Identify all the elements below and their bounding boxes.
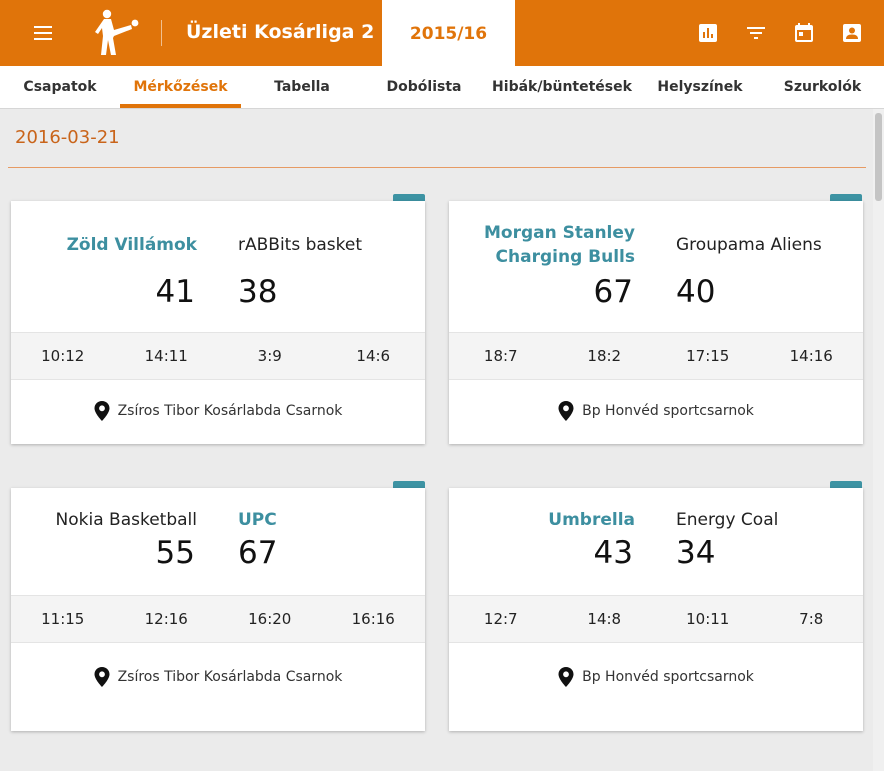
tab-hibak-buntetesek[interactable]: Hibák/büntetések: [485, 66, 639, 108]
away-team[interactable]: UPC: [238, 508, 277, 532]
location-pin-icon: [94, 667, 110, 687]
tab-dobolista[interactable]: Dobólista: [363, 66, 485, 108]
tab-tabella[interactable]: Tabella: [241, 66, 363, 108]
quarter-score: 7:8: [799, 610, 824, 628]
venue[interactable]: Bp Honvéd sportcsarnok: [449, 396, 863, 426]
tab-helyszinek[interactable]: Helyszínek: [639, 66, 761, 108]
quarter-scores: 18:7 18:2 17:15 14:16: [449, 332, 863, 380]
venue[interactable]: Zsíros Tibor Kosárlabda Csarnok: [11, 662, 425, 692]
app-title: Üzleti Kosárliga 2: [186, 21, 375, 43]
card-tag: [393, 481, 425, 488]
location-pin-icon: [558, 401, 574, 421]
player-kicking-logo: [95, 9, 139, 55]
quarter-score: 12:7: [483, 610, 518, 628]
home-score: 55: [155, 535, 195, 571]
quarter-score: 3:9: [257, 347, 282, 365]
home-score: 41: [155, 274, 195, 310]
quarter-score: 16:16: [351, 610, 395, 628]
away-score: 34: [676, 535, 716, 571]
menu-icon[interactable]: [30, 20, 56, 46]
quarter-score: 16:20: [248, 610, 292, 628]
nav-tabs: Csapatok Mérkőzések Tabella Dobólista Hi…: [0, 66, 884, 109]
calendar-icon[interactable]: [792, 21, 816, 45]
account-box-icon[interactable]: [840, 21, 864, 45]
away-team[interactable]: Energy Coal: [676, 508, 778, 532]
home-team[interactable]: Umbrella: [548, 508, 635, 532]
card-tag: [830, 194, 862, 201]
away-team[interactable]: Groupama Aliens: [676, 233, 822, 257]
quarter-score: 10:12: [41, 347, 85, 365]
quarter-score: 12:16: [144, 610, 188, 628]
venue[interactable]: Bp Honvéd sportcsarnok: [449, 662, 863, 692]
match-card[interactable]: Umbrella Energy Coal 43 34 12:7 14:8 10:…: [449, 488, 863, 731]
home-team[interactable]: Zöld Villámok: [67, 233, 197, 257]
away-team[interactable]: rABBits basket: [238, 233, 362, 257]
home-score: 43: [593, 535, 633, 571]
quarter-score: 18:7: [483, 347, 518, 365]
quarter-score: 14:6: [356, 347, 391, 365]
scrollbar[interactable]: [873, 109, 884, 771]
season-selector[interactable]: 2015/16: [382, 0, 515, 66]
quarter-score: 17:15: [686, 347, 730, 365]
quarter-score: 14:11: [144, 347, 188, 365]
location-pin-icon: [94, 401, 110, 421]
away-score: 67: [238, 535, 278, 571]
venue-name: Zsíros Tibor Kosárlabda Csarnok: [117, 669, 343, 685]
filter-icon[interactable]: [744, 21, 768, 45]
quarter-scores: 10:12 14:11 3:9 14:6: [11, 332, 425, 380]
quarter-score: 14:8: [587, 610, 622, 628]
venue-name: Zsíros Tibor Kosárlabda Csarnok: [117, 403, 343, 419]
quarter-score: 14:16: [789, 347, 833, 365]
away-score: 40: [676, 274, 716, 310]
app-bar: Üzleti Kosárliga 2 2015/16: [0, 0, 884, 66]
active-tab-indicator: [120, 104, 241, 108]
home-score: 67: [593, 274, 633, 310]
home-team[interactable]: Nokia Basketball: [56, 508, 197, 532]
tab-szurkolok[interactable]: Szurkolók: [761, 66, 884, 108]
quarter-score: 10:11: [686, 610, 730, 628]
away-score: 38: [238, 274, 278, 310]
match-card[interactable]: Zöld Villámok rABBits basket 41 38 10:12…: [11, 201, 425, 444]
home-team[interactable]: Morgan Stanley Charging Bulls: [445, 221, 635, 269]
card-tag: [830, 481, 862, 488]
quarter-scores: 12:7 14:8 10:11 7:8: [449, 595, 863, 643]
quarter-score: 11:15: [41, 610, 85, 628]
date-divider: [8, 167, 866, 168]
match-card[interactable]: Nokia Basketball UPC 55 67 11:15 12:16 1…: [11, 488, 425, 731]
title-divider: [161, 20, 162, 46]
bar-chart-icon[interactable]: [696, 21, 720, 45]
match-card[interactable]: Morgan Stanley Charging Bulls Groupama A…: [449, 201, 863, 444]
card-tag: [393, 194, 425, 201]
tab-merkozesek[interactable]: Mérkőzések: [120, 66, 241, 108]
venue-name: Bp Honvéd sportcsarnok: [582, 403, 754, 419]
date-heading: 2016-03-21: [15, 127, 120, 148]
location-pin-icon: [558, 667, 574, 687]
venue[interactable]: Zsíros Tibor Kosárlabda Csarnok: [11, 396, 425, 426]
tab-csapatok[interactable]: Csapatok: [0, 66, 120, 108]
quarter-score: 18:2: [587, 347, 622, 365]
scrollbar-thumb[interactable]: [875, 113, 882, 201]
quarter-scores: 11:15 12:16 16:20 16:16: [11, 595, 425, 643]
venue-name: Bp Honvéd sportcsarnok: [582, 669, 754, 685]
